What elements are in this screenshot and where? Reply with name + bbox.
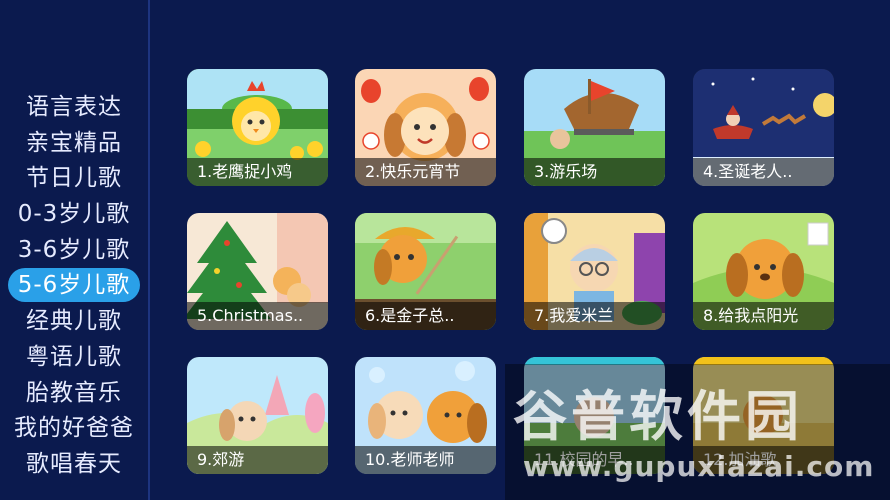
song-card[interactable]: 5.Christmas.. (187, 213, 328, 330)
sidebar-item-label: 5-6岁儿歌 (7, 268, 141, 303)
song-card[interactable]: 1.老鹰捉小鸡 (187, 69, 328, 186)
app-window: 语言表达 亲宝精品 节日儿歌 0-3岁儿歌 3-6岁儿歌 5-6岁儿歌 经典儿歌… (0, 0, 890, 500)
sidebar-item-spring[interactable]: 歌唱春天 (0, 447, 148, 483)
song-card[interactable]: 4.圣诞老人.. (693, 69, 834, 186)
watermark-logo: 谷普软件园 (513, 385, 803, 448)
song-title: 5.Christmas.. (187, 302, 328, 330)
sidebar-item-featured[interactable]: 亲宝精品 (0, 126, 148, 162)
sidebar-item-label: 粤语儿歌 (26, 343, 122, 370)
song-card[interactable]: 6.是金子总.. (355, 213, 496, 330)
sidebar-item-age-0-3[interactable]: 0-3岁儿歌 (0, 197, 148, 233)
song-title: 8.给我点阳光 (693, 302, 834, 330)
sidebar-item-label: 节日儿歌 (26, 165, 122, 192)
song-card[interactable]: 8.给我点阳光 (693, 213, 834, 330)
sidebar-item-label: 我的好爸爸 (14, 415, 134, 442)
sidebar-item-age-3-6[interactable]: 3-6岁儿歌 (0, 233, 148, 269)
sidebar-item-label: 3-6岁儿歌 (17, 236, 131, 263)
watermark-url: www.gupuxiazai.com (523, 450, 875, 483)
sidebar-item-cantonese[interactable]: 粤语儿歌 (0, 340, 148, 376)
song-card[interactable]: 10.老师老师 (355, 357, 496, 474)
song-title: 7.我爱米兰 (524, 302, 665, 330)
song-title: 10.老师老师 (355, 446, 496, 474)
song-title: 4.圣诞老人.. (693, 158, 834, 186)
sidebar-item-label: 亲宝精品 (26, 129, 122, 156)
song-title: 1.老鹰捉小鸡 (187, 158, 328, 186)
sidebar-item-label: 歌唱春天 (26, 450, 122, 477)
song-title: 2.快乐元宵节 (355, 158, 496, 186)
song-title: 9.郊游 (187, 446, 328, 474)
song-card[interactable]: 3.游乐场 (524, 69, 665, 186)
song-card[interactable]: 7.我爱米兰 (524, 213, 665, 330)
song-title: 3.游乐场 (524, 158, 665, 186)
sidebar-item-prenatal[interactable]: 胎教音乐 (0, 376, 148, 412)
sidebar-item-label: 语言表达 (26, 94, 122, 120)
sidebar-item-holiday[interactable]: 节日儿歌 (0, 161, 148, 197)
category-list: 语言表达 亲宝精品 节日儿歌 0-3岁儿歌 3-6岁儿歌 5-6岁儿歌 经典儿歌… (0, 90, 148, 483)
sidebar-item-age-5-6[interactable]: 5-6岁儿歌 (0, 268, 148, 304)
sidebar-item-classic[interactable]: 经典儿歌 (0, 304, 148, 340)
sidebar-item-label: 胎教音乐 (26, 379, 122, 406)
sidebar-item-label: 0-3岁儿歌 (17, 201, 131, 228)
sidebar-divider (148, 0, 150, 500)
song-title: 6.是金子总.. (355, 302, 496, 330)
song-card[interactable]: 9.郊游 (187, 357, 328, 474)
category-sidebar: 语言表达 亲宝精品 节日儿歌 0-3岁儿歌 3-6岁儿歌 5-6岁儿歌 经典儿歌… (0, 0, 148, 500)
watermark-overlay: 谷普软件园 www.gupuxiazai.com (505, 364, 890, 500)
sidebar-item-language[interactable]: 语言表达 (0, 90, 148, 126)
sidebar-item-label: 经典儿歌 (26, 308, 122, 335)
song-card[interactable]: 2.快乐元宵节 (355, 69, 496, 186)
sidebar-item-good-dad[interactable]: 我的好爸爸 (0, 411, 148, 447)
